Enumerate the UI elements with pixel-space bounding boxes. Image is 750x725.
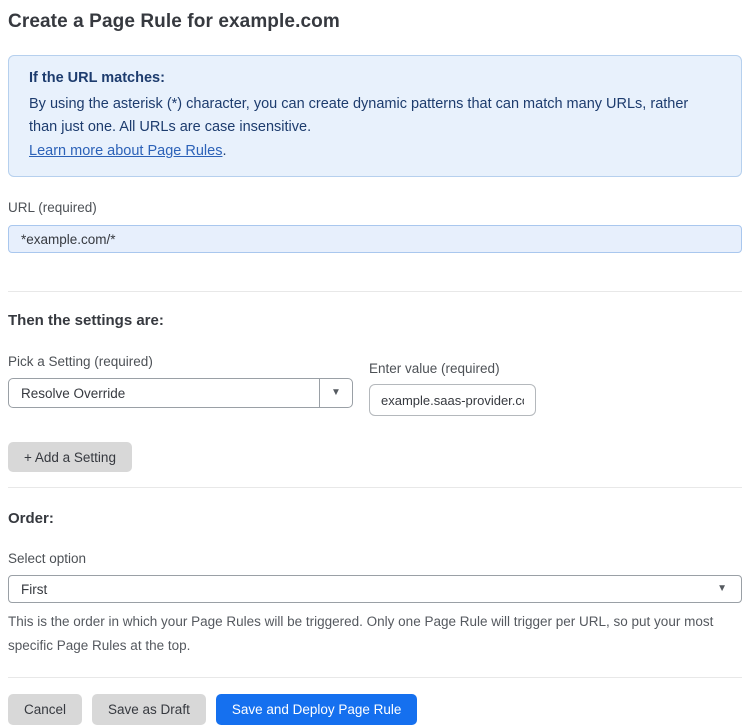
setting-dropdown-arrow-button[interactable]: ▼ [319, 379, 352, 407]
footer-divider [8, 677, 742, 678]
setting-dropdown-value: Resolve Override [21, 385, 126, 401]
order-select-label: Select option [8, 551, 87, 566]
setting-value-input[interactable] [369, 384, 536, 416]
order-select-value: First [21, 581, 48, 597]
pick-setting-column: Pick a Setting (required) Resolve Overri… [8, 354, 353, 408]
chevron-down-icon: ▼ [717, 583, 727, 594]
settings-section-heading: Then the settings are: [8, 312, 164, 329]
add-setting-button[interactable]: + Add a Setting [8, 442, 132, 472]
link-period: . [222, 143, 227, 159]
order-section-heading: Order: [8, 510, 54, 527]
create-page-rule-panel: Create a Page Rule for example.com If th… [0, 0, 750, 725]
info-link-line: Learn more about Page Rules. [29, 140, 721, 163]
cancel-button[interactable]: Cancel [8, 694, 83, 725]
order-help-text: This is the order in which your Page Rul… [8, 614, 714, 653]
save-and-deploy-button[interactable]: Save and Deploy Page Rule [215, 694, 418, 725]
info-box-heading: If the URL matches: [29, 70, 165, 86]
save-as-draft-button[interactable]: Save as Draft [92, 694, 206, 725]
chevron-down-icon: ▼ [331, 387, 341, 398]
order-select[interactable]: First ▼ [8, 575, 742, 603]
url-match-info-box: If the URL matches: By using the asteris… [8, 55, 742, 177]
info-box-body: By using the asterisk (*) character, you… [29, 96, 689, 135]
section-divider [8, 291, 742, 292]
page-title: Create a Page Rule for example.com [8, 11, 340, 32]
url-field-label: URL (required) [8, 200, 97, 215]
enter-value-label: Enter value (required) [369, 361, 500, 376]
section-divider [8, 487, 742, 488]
enter-value-column: Enter value (required) [369, 354, 536, 416]
setting-row: Pick a Setting (required) Resolve Overri… [8, 354, 742, 416]
pick-setting-label: Pick a Setting (required) [8, 354, 153, 369]
setting-dropdown[interactable]: Resolve Override ▼ [8, 378, 353, 408]
footer-actions: Cancel Save as Draft Save and Deploy Pag… [8, 694, 742, 725]
url-input[interactable] [8, 225, 742, 253]
learn-more-link[interactable]: Learn more about Page Rules [29, 143, 222, 159]
